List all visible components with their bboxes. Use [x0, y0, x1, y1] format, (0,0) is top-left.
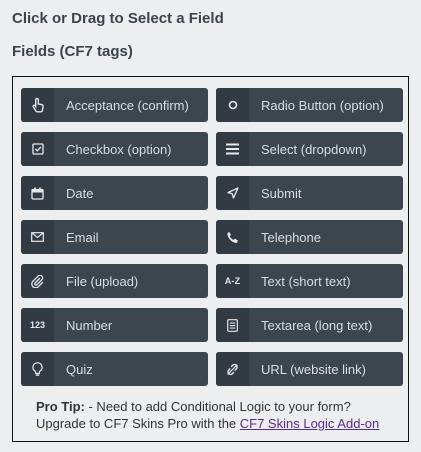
- pro-tip: Pro Tip: - Need to add Conditional Logic…: [36, 398, 379, 432]
- section-title: Fields (CF7 tags): [12, 43, 133, 60]
- checkbox-icon: [21, 132, 54, 166]
- field-label: Select (dropdown): [261, 141, 367, 157]
- pro-tip-line-1: Pro Tip: - Need to add Conditional Logic…: [36, 398, 379, 415]
- lightbulb-icon: [21, 352, 54, 386]
- field-label: Date: [66, 185, 94, 201]
- a-z-icon: A-Z: [216, 264, 249, 298]
- document-lines-icon: [216, 308, 249, 342]
- field-label: Telephone: [261, 229, 321, 245]
- envelope-icon: [21, 220, 54, 254]
- field-button-select[interactable]: Select (dropdown): [216, 132, 403, 166]
- link-broken-icon: [216, 352, 249, 386]
- menu-lines-icon: [216, 132, 249, 166]
- pro-tip-heading: Pro Tip:: [36, 399, 85, 414]
- field-button-number[interactable]: 123 Number: [21, 308, 208, 342]
- calendar-icon: [21, 176, 54, 210]
- field-button-quiz[interactable]: Quiz: [21, 352, 208, 386]
- field-label: Text (short text): [261, 273, 351, 289]
- field-label: Checkbox (option): [66, 141, 172, 157]
- paperclip-icon: [21, 264, 54, 298]
- radio-circle-icon: [216, 88, 249, 122]
- send-arrow-icon: [216, 176, 249, 210]
- field-label: Submit: [261, 185, 302, 201]
- field-button-radio[interactable]: Radio Button (option): [216, 88, 403, 122]
- field-button-textarea[interactable]: Textarea (long text): [216, 308, 403, 342]
- field-label: Number: [66, 317, 113, 333]
- a-z-icon-text: A-Z: [224, 276, 241, 286]
- field-button-date[interactable]: Date: [21, 176, 208, 210]
- fields-grid: Acceptance (confirm) Radio Button (optio…: [21, 88, 403, 386]
- field-label: File (upload): [66, 273, 139, 289]
- field-label: URL (website link): [261, 361, 366, 377]
- field-button-email[interactable]: Email: [21, 220, 208, 254]
- phone-icon: [216, 220, 249, 254]
- field-button-text[interactable]: A-Z Text (short text): [216, 264, 403, 298]
- fields-panel: Acceptance (confirm) Radio Button (optio…: [12, 76, 409, 442]
- field-label: Quiz: [66, 361, 93, 377]
- field-label: Radio Button (option): [261, 97, 384, 113]
- logic-addon-link[interactable]: CF7 Skins Logic Add-on: [240, 416, 379, 431]
- field-label: Acceptance (confirm): [66, 97, 189, 113]
- field-button-file[interactable]: File (upload): [21, 264, 208, 298]
- number-123-icon-text: 123: [29, 320, 46, 330]
- field-button-acceptance[interactable]: Acceptance (confirm): [21, 88, 208, 122]
- field-button-url[interactable]: URL (website link): [216, 352, 403, 386]
- field-label: Email: [66, 229, 99, 245]
- pro-tip-upgrade-text: Upgrade to CF7 Skins Pro with the: [36, 416, 240, 431]
- page-title: Click or Drag to Select a Field: [12, 10, 224, 27]
- field-button-telephone[interactable]: Telephone: [216, 220, 403, 254]
- pro-tip-line-2: Upgrade to CF7 Skins Pro with the CF7 Sk…: [36, 415, 379, 432]
- hand-pointer-icon: [21, 88, 54, 122]
- field-label: Textarea (long text): [261, 317, 373, 333]
- field-button-submit[interactable]: Submit: [216, 176, 403, 210]
- pro-tip-text: - Need to add Conditional Logic to your …: [84, 399, 351, 414]
- number-123-icon: 123: [21, 308, 54, 342]
- field-button-checkbox[interactable]: Checkbox (option): [21, 132, 208, 166]
